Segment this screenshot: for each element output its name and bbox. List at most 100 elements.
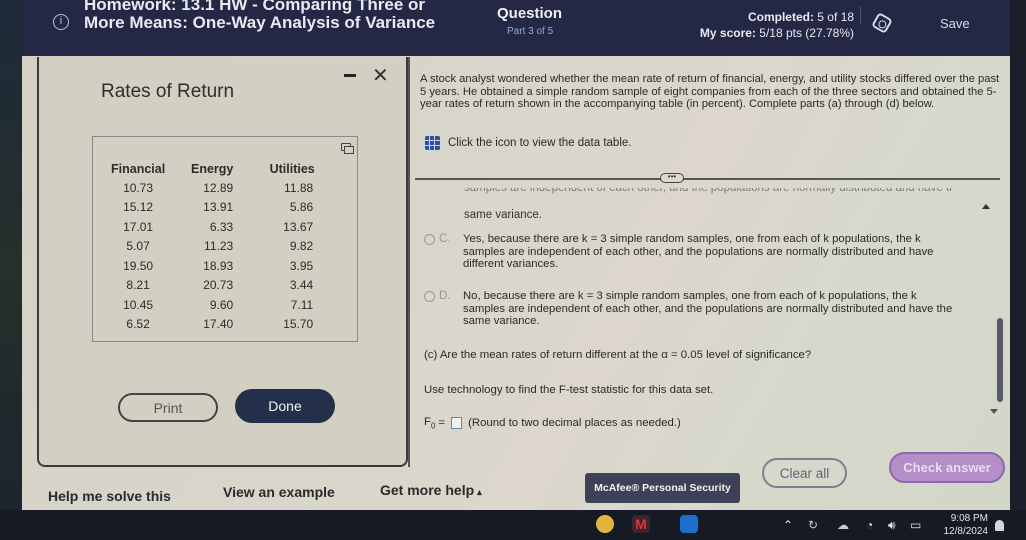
mcafee-app-icon[interactable]: M: [632, 515, 650, 533]
scrollbar-thumb[interactable]: [997, 318, 1003, 402]
done-button[interactable]: Done: [235, 389, 335, 423]
completed-value: 5 of 18: [817, 10, 854, 24]
cell: 10.45: [123, 297, 154, 312]
cloud-icon[interactable]: ☁: [837, 518, 849, 532]
popout-icon[interactable]: [341, 143, 354, 154]
get-more-help-label: Get more help: [380, 482, 475, 498]
data-link-label: Click the icon to view the data table.: [448, 137, 632, 149]
f-label: F0: [424, 416, 436, 431]
option-text: No, because there are k = 3 simple rando…: [463, 290, 953, 327]
wifi-icon[interactable]: ◔: [866, 518, 873, 532]
data-table-container: Financial Energy Utilities 10.73 12.89 11.…: [92, 136, 358, 342]
table-row: 10.45 9.60 7.11: [103, 295, 333, 315]
question-text: A stock analyst wondered whether the mea…: [420, 73, 1000, 110]
close-icon[interactable]: ✕: [372, 63, 389, 88]
clipped-option-text: samples are independent of each other, a…: [464, 188, 954, 194]
mcafee-notification[interactable]: McAfee® Personal Security: [585, 473, 740, 503]
help-me-solve-button[interactable]: Help me solve this: [48, 488, 171, 504]
question-label: Question: [497, 5, 563, 22]
table-row: 17.01 6.33 13.67: [103, 217, 333, 237]
view-example-button[interactable]: View an example: [223, 484, 335, 500]
cell: 18.93: [203, 258, 234, 273]
score-value: 5/18 pts (27.78%): [759, 26, 854, 40]
f-statistic-row: F0 = (Round to two decimal places as nee…: [424, 416, 681, 430]
table-row: 8.21 20.73 3.44: [103, 276, 333, 296]
rates-table: Financial Energy Utilities 10.73 12.89 11.…: [103, 159, 333, 334]
technology-instruction: Use technology to find the F-test statis…: [424, 384, 714, 396]
option-text: Yes, because there are k = 3 simple rand…: [463, 233, 934, 270]
table-row: 10.73 12.89 11.88: [103, 178, 333, 198]
dialog-title: Rates of Return: [101, 81, 235, 102]
clock-date[interactable]: 12/8/2024: [935, 526, 989, 537]
column-header-financial: Financial: [111, 161, 166, 176]
section-divider: [415, 178, 1000, 180]
info-icon[interactable]: i: [53, 14, 69, 30]
battery-icon[interactable]: ▭: [910, 518, 921, 532]
view-data-table-link[interactable]: Click the icon to view the data table.: [425, 136, 631, 150]
cell: 19.50: [123, 258, 154, 273]
clock-time[interactable]: 9:08 PM: [946, 513, 988, 524]
question-part: Part 3 of 5: [507, 26, 554, 37]
option-letter: D.: [439, 290, 451, 302]
cell: 15.12: [123, 200, 154, 215]
table-row: 5.07 11.23 9.82: [103, 237, 333, 257]
radio-d[interactable]: [424, 291, 435, 302]
outlook-icon[interactable]: [680, 515, 698, 533]
cell: 3.44: [289, 278, 314, 293]
cell: 6.52: [126, 317, 150, 332]
assignment-header: i Homework: 13.1 HW - Comparing Three or…: [22, 0, 1010, 56]
screen-bezel-right: [1010, 0, 1026, 510]
completed-label: Completed:: [747, 10, 814, 24]
cell: 11.88: [284, 180, 314, 195]
option-letter: C.: [439, 233, 451, 245]
cell: 9.82: [289, 239, 314, 254]
scroll-down-arrow[interactable]: [990, 409, 998, 414]
notification-bell-icon[interactable]: [995, 520, 1004, 531]
cell: 11.23: [204, 239, 234, 254]
gear-icon[interactable]: [871, 12, 893, 34]
radio-c[interactable]: [424, 234, 435, 245]
f-statistic-input[interactable]: [451, 417, 463, 430]
completed-status: Completed: 5 of 18: [682, 10, 854, 24]
column-header-energy: Energy: [190, 161, 234, 176]
table-row: 15.12 13.91 5.86: [103, 198, 333, 218]
homework-title: Homework: 13.1 HW - Comparing Three or M…: [84, 0, 436, 32]
option-d[interactable]: D. No, because there are k = 3 simple ra…: [424, 290, 954, 328]
taskbar: M ⌃ ↻ ☁ ◔ 🔊︎ ▭ 9:08 PM 12/8/2024: [0, 510, 1026, 540]
equals-sign: =: [438, 417, 446, 430]
expand-handle[interactable]: •••: [660, 173, 684, 183]
screen-bezel-left: [0, 0, 22, 540]
cell: 7.11: [290, 297, 314, 312]
previous-option-tail: same variance.: [464, 209, 542, 221]
data-table-dialog: Rates of Return ✕ Financial Energy Utili…: [37, 57, 408, 467]
table-row: 19.50 18.93 3.95: [103, 256, 333, 276]
chevron-up-icon[interactable]: ⌃: [783, 518, 793, 532]
sync-icon[interactable]: ↻: [808, 518, 818, 532]
cell: 20.73: [203, 278, 234, 293]
cell: 17.40: [203, 317, 234, 332]
check-answer-button[interactable]: Check answer: [889, 452, 1005, 483]
cell: 15.70: [283, 317, 314, 332]
volume-icon[interactable]: 🔊︎: [888, 518, 896, 533]
score-label: My score:: [699, 26, 756, 40]
cell: 12.89: [203, 180, 234, 195]
clear-all-button[interactable]: Clear all: [762, 458, 847, 488]
round-note: (Round to two decimal places as needed.): [468, 417, 681, 430]
dialog-right-border: [408, 57, 410, 467]
header-divider: [860, 6, 861, 24]
data-table-icon[interactable]: [425, 136, 440, 150]
scroll-up-arrow[interactable]: [982, 204, 990, 209]
column-header-utilities: Utilities: [269, 161, 315, 176]
cell: 9.60: [209, 297, 234, 312]
cell: 13.91: [203, 200, 234, 215]
cell: 13.67: [283, 219, 314, 234]
option-c[interactable]: C. Yes, because there are k = 3 simple r…: [424, 233, 954, 271]
answer-options: samples are independent of each other, a…: [424, 188, 954, 338]
get-more-help-button[interactable]: Get more help ▴: [380, 482, 482, 498]
weather-icon[interactable]: [596, 515, 614, 533]
cell: 8.21: [126, 278, 150, 293]
print-button[interactable]: Print: [118, 393, 218, 422]
save-button[interactable]: Save: [940, 16, 970, 31]
minimize-icon[interactable]: [344, 74, 356, 77]
caret-up-icon: ▴: [477, 487, 482, 497]
